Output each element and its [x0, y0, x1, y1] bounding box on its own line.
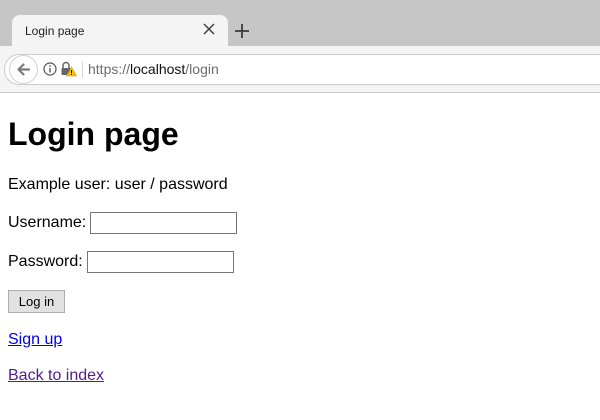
back-to-index-link[interactable]: Back to index — [8, 366, 104, 386]
tab-title: Login page — [25, 24, 85, 38]
page-content: Login page Example user: user / password… — [8, 93, 592, 420]
username-input[interactable] — [90, 212, 238, 234]
info-icon[interactable] — [43, 62, 57, 76]
back-arrow-icon — [17, 63, 31, 76]
url-separator — [82, 61, 83, 78]
signup-link[interactable]: Sign up — [8, 330, 62, 350]
url-scheme: https:// — [88, 61, 131, 77]
address-bar[interactable]: https://localhost/login — [4, 54, 600, 85]
password-row: Password: — [8, 251, 234, 273]
page-title: Login page — [8, 116, 179, 152]
nav-toolbar: https://localhost/login — [0, 46, 600, 93]
example-user-text: Example user: user / password — [8, 176, 228, 193]
url-path: /login — [185, 61, 219, 77]
url-text[interactable]: https://localhost/login — [88, 61, 219, 77]
login-button[interactable]: Log in — [8, 290, 65, 313]
plus-icon[interactable] — [235, 24, 249, 38]
back-button[interactable] — [10, 56, 37, 83]
password-label: Password: — [8, 253, 83, 270]
tab-strip: Login page — [0, 0, 600, 46]
password-input[interactable] — [86, 251, 234, 273]
close-icon[interactable] — [201, 21, 217, 37]
insecure-lock-icon[interactable] — [60, 61, 77, 77]
username-row: Username: — [8, 212, 238, 234]
browser-tab[interactable]: Login page — [12, 15, 228, 46]
url-host: localhost — [130, 61, 186, 77]
username-label: Username: — [8, 214, 87, 231]
